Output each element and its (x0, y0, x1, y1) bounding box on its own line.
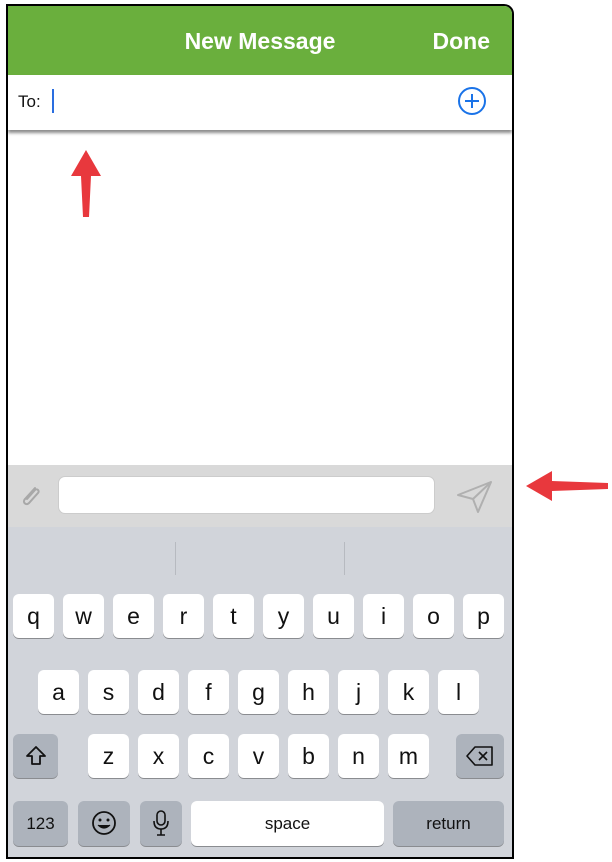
key-z[interactable]: z (88, 734, 129, 778)
emoji-key[interactable] (78, 801, 130, 846)
shift-icon (25, 746, 46, 765)
keyboard: q w e r t y u i o p a s d f g h j k l z … (8, 527, 512, 857)
arrow-icon (71, 150, 101, 217)
space-key[interactable]: space (191, 801, 384, 846)
send-icon[interactable] (456, 479, 494, 515)
add-recipient-icon[interactable] (458, 87, 486, 115)
microphone-key[interactable] (140, 801, 182, 846)
phone-screen: New Message Done To: q w e r t y u i o p… (6, 4, 514, 859)
key-h[interactable]: h (288, 670, 329, 714)
compose-bar (8, 465, 512, 527)
key-y[interactable]: y (263, 594, 304, 638)
recipient-label: To: (18, 92, 41, 111)
key-s[interactable]: s (88, 670, 129, 714)
app-header: New Message Done (8, 6, 512, 75)
recipient-input[interactable] (52, 89, 54, 113)
key-i[interactable]: i (363, 594, 404, 638)
recipient-row[interactable]: To: (8, 75, 512, 130)
key-j[interactable]: j (338, 670, 379, 714)
key-c[interactable]: c (188, 734, 229, 778)
message-input[interactable] (58, 476, 435, 514)
key-t[interactable]: t (213, 594, 254, 638)
key-k[interactable]: k (388, 670, 429, 714)
emoji-icon (92, 811, 116, 835)
suggestion-divider (175, 542, 176, 575)
key-o[interactable]: o (413, 594, 454, 638)
suggestion-divider (344, 542, 345, 575)
key-p[interactable]: p (463, 594, 504, 638)
key-f[interactable]: f (188, 670, 229, 714)
key-r[interactable]: r (163, 594, 204, 638)
attachment-icon[interactable] (18, 482, 44, 510)
key-a[interactable]: a (38, 670, 79, 714)
key-g[interactable]: g (238, 670, 279, 714)
key-d[interactable]: d (138, 670, 179, 714)
numbers-key[interactable]: 123 (13, 801, 68, 846)
key-x[interactable]: x (138, 734, 179, 778)
return-key[interactable]: return (393, 801, 504, 846)
microphone-icon (153, 810, 169, 836)
key-m[interactable]: m (388, 734, 429, 778)
shift-key[interactable] (13, 734, 58, 778)
key-b[interactable]: b (288, 734, 329, 778)
delete-icon (466, 746, 493, 766)
delete-key[interactable] (456, 734, 504, 778)
key-n[interactable]: n (338, 734, 379, 778)
key-l[interactable]: l (438, 670, 479, 714)
key-e[interactable]: e (113, 594, 154, 638)
key-v[interactable]: v (238, 734, 279, 778)
key-w[interactable]: w (63, 594, 104, 638)
key-u[interactable]: u (313, 594, 354, 638)
done-button[interactable]: Done (433, 28, 491, 55)
key-q[interactable]: q (13, 594, 54, 638)
arrow-icon (526, 471, 608, 501)
